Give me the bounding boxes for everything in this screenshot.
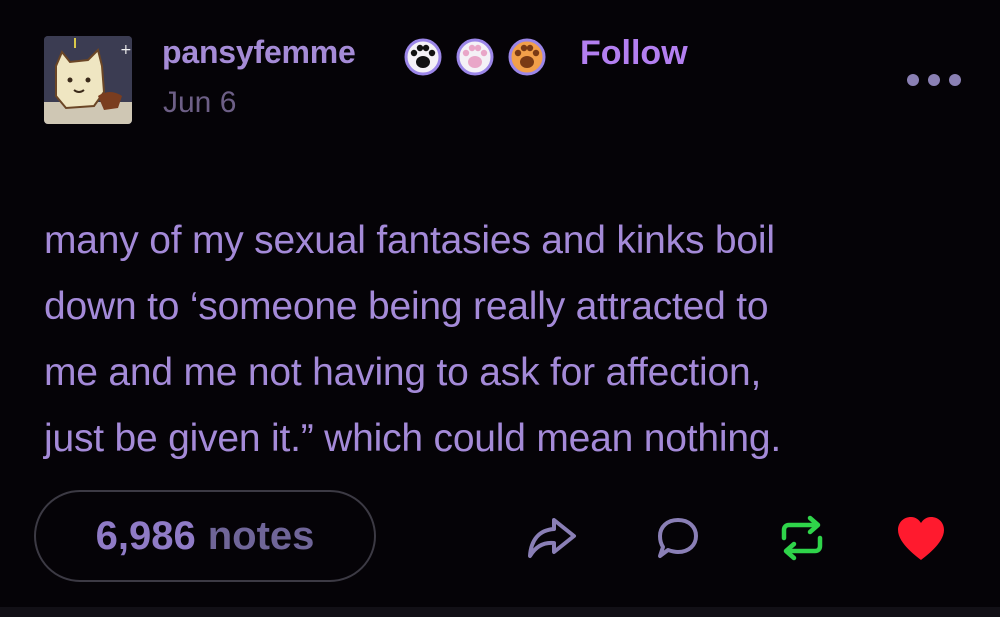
bottom-divider: [0, 607, 1000, 617]
post-body: many of my sexual fantasies and kinks bo…: [44, 208, 964, 472]
reblog-icon[interactable]: [776, 514, 828, 562]
notes-button[interactable]: 6,986 notes: [34, 490, 376, 582]
like-heart-icon[interactable]: [894, 514, 948, 562]
more-options-icon[interactable]: [907, 68, 961, 92]
user-avatar[interactable]: +: [44, 36, 132, 124]
paw-badge-brown-icon: [508, 38, 546, 76]
post-username[interactable]: pansyfemme: [162, 34, 356, 71]
paw-badge-pink-icon: [456, 38, 494, 76]
follow-button[interactable]: Follow: [580, 34, 688, 73]
share-icon[interactable]: [524, 514, 580, 560]
user-badges: [401, 37, 549, 77]
post-body-line: many of my sexual fantasies and kinks bo…: [44, 219, 775, 262]
notes-count: 6,986: [95, 513, 196, 558]
notes-label: notes: [207, 513, 315, 558]
post-card: + pansyfemme Follow Jun 6 many of my sex…: [0, 0, 1000, 607]
svg-text:+: +: [120, 42, 132, 58]
post-body-line: just be given it.” which could mean noth…: [44, 417, 781, 460]
post-body-line: down to ‘someone being really attracted …: [44, 285, 769, 328]
post-date[interactable]: Jun 6: [163, 86, 236, 120]
paw-badge-dark-icon: [404, 38, 442, 76]
reply-icon[interactable]: [654, 514, 702, 562]
post-body-line: me and me not having to ask for affectio…: [44, 351, 762, 394]
